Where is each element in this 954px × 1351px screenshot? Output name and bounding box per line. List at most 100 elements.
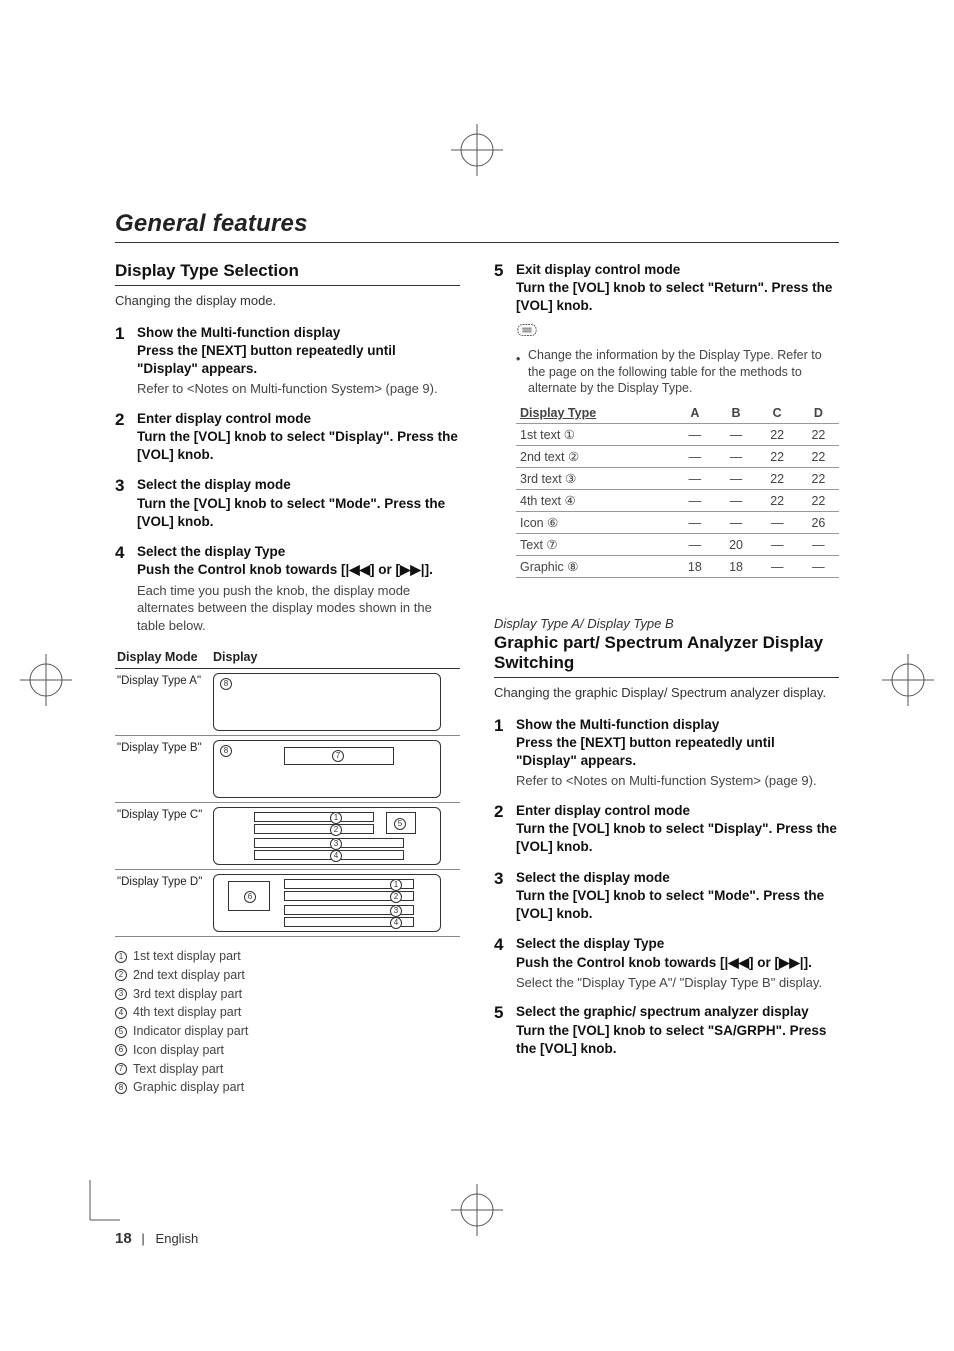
legend-text: 1st text display part (133, 947, 241, 966)
legend-row: 8 Graphic display part (115, 1078, 460, 1097)
legend-text: Icon display part (133, 1041, 224, 1060)
dt-cell: — (715, 424, 756, 446)
dt-cell: — (674, 512, 715, 534)
right-column: 5 Exit display control mode Turn the [VO… (494, 261, 839, 1097)
registration-mark-top (447, 120, 507, 180)
legend-row: 2 2nd text display part (115, 966, 460, 985)
step-sub: Push the Control knob towards [|◀◀] or [… (516, 954, 839, 972)
step-head: Show the Multi-function display (516, 716, 839, 734)
dt-cell: 22 (798, 424, 839, 446)
step-head: Select the display mode (137, 476, 460, 494)
display-mode-table: Display Mode Display "Display Type A"8"D… (115, 646, 460, 937)
part-marker-4-icon: 4 (390, 917, 402, 929)
table-row: 1st text ①——2222 (516, 424, 839, 446)
step: 3Select the display modeTurn the [VOL] k… (494, 869, 839, 924)
part-marker-3-icon: 3 (115, 988, 127, 1000)
display-mock: 12345 (213, 807, 441, 865)
part-marker-5-icon: 5 (394, 818, 406, 830)
dt-cell: — (674, 446, 715, 468)
mode-table-header-display: Display (211, 646, 460, 669)
display-mock: 8 (213, 673, 441, 731)
step-head: Select the display Type (137, 543, 460, 561)
step-sub: Turn the [VOL] knob to select "Mode". Pr… (137, 495, 460, 531)
heading-rule-2 (494, 677, 839, 678)
lead-text: Changing the display mode. (115, 292, 460, 310)
part-marker-4-icon: 4 (330, 850, 342, 862)
mode-cell: "Display Type D" (115, 870, 211, 937)
step-head: Select the display Type (516, 935, 839, 953)
dt-cell: — (757, 556, 798, 578)
dt-cell: 22 (798, 446, 839, 468)
dt-header: C (757, 403, 798, 424)
part-marker-6-icon: 6 (115, 1044, 127, 1056)
page: General features Display Type Selection … (0, 0, 954, 1351)
part-marker-1-icon: 1 (330, 812, 342, 824)
dt-cell: — (757, 534, 798, 556)
step-number: 3 (115, 476, 129, 531)
legend: 1 1st text display part2 2nd text displa… (115, 947, 460, 1097)
part-marker-1-icon: 1 (390, 879, 402, 891)
step-number: 1 (494, 716, 508, 790)
display-mock: 87 (213, 740, 441, 798)
info-note-text: Change the information by the Display Ty… (528, 347, 839, 398)
dt-label: Graphic ⑧ (516, 556, 674, 578)
lead-text-2: Changing the graphic Display/ Spectrum a… (494, 684, 839, 702)
dt-cell: — (757, 512, 798, 534)
dt-cell: — (798, 534, 839, 556)
step-note: Refer to <Notes on Multi-function System… (516, 772, 839, 790)
part-marker-5-icon: 5 (115, 1026, 127, 1038)
step-sub: Push the Control knob towards [|◀◀] or [… (137, 561, 460, 579)
mode-cell: "Display Type C" (115, 803, 211, 870)
dt-header: A (674, 403, 715, 424)
info-note: • Change the information by the Display … (516, 347, 839, 398)
dt-cell: — (715, 512, 756, 534)
legend-row: 5 Indicator display part (115, 1022, 460, 1041)
step: 4Select the display TypePush the Control… (115, 543, 460, 634)
legend-text: 4th text display part (133, 1003, 241, 1022)
dt-cell: 22 (798, 468, 839, 490)
part-marker-8-icon: 8 (220, 745, 232, 757)
table-row: 2nd text ②——2222 (516, 446, 839, 468)
table-row: 3rd text ③——2222 (516, 468, 839, 490)
part-marker-7-icon: 7 (332, 750, 344, 762)
step: 2Enter display control modeTurn the [VOL… (115, 410, 460, 465)
dt-cell: — (674, 490, 715, 512)
step-number: 3 (494, 869, 508, 924)
step: 5Select the graphic/ spectrum analyzer d… (494, 1003, 839, 1058)
table-row: Icon ⑥———26 (516, 512, 839, 534)
section-rule (115, 242, 839, 243)
legend-text: Text display part (133, 1060, 223, 1079)
dt-cell: 22 (757, 490, 798, 512)
heading-rule (115, 285, 460, 286)
section-title: General features (115, 210, 839, 238)
dt-label: 3rd text ③ (516, 468, 674, 490)
step-number: 2 (115, 410, 129, 465)
page-footer: 18 | English (115, 1230, 198, 1247)
part-marker-8-icon: 8 (115, 1082, 127, 1094)
heading-display-type-selection: Display Type Selection (115, 261, 460, 281)
legend-row: 1 1st text display part (115, 947, 460, 966)
note-icon (516, 322, 839, 343)
part-marker-6-icon: 6 (244, 891, 256, 903)
dt-cell: 18 (715, 556, 756, 578)
legend-text: 2nd text display part (133, 966, 245, 985)
table-row: "Display Type A"8 (115, 669, 460, 736)
dt-label: 1st text ① (516, 424, 674, 446)
dt-cell: 26 (798, 512, 839, 534)
dt-cell: 22 (757, 446, 798, 468)
part-marker-2-icon: 2 (115, 969, 127, 981)
step-head: Select the graphic/ spectrum analyzer di… (516, 1003, 839, 1021)
part-marker-8-icon: 8 (220, 678, 232, 690)
step-sub: Turn the [VOL] knob to select "Display".… (137, 428, 460, 464)
step-head: Show the Multi-function display (137, 324, 460, 342)
step-number: 5 (494, 261, 508, 578)
table-row: Text ⑦—20—— (516, 534, 839, 556)
table-row: Graphic ⑧1818—— (516, 556, 839, 578)
registration-mark-left (16, 650, 76, 710)
display-cell: 8 (211, 669, 460, 736)
footer-language: English (156, 1231, 199, 1246)
table-row: "Display Type B"87 (115, 736, 460, 803)
display-mock: 61234 (213, 874, 441, 932)
dt-cell: — (674, 534, 715, 556)
columns: Display Type Selection Changing the disp… (115, 261, 839, 1097)
